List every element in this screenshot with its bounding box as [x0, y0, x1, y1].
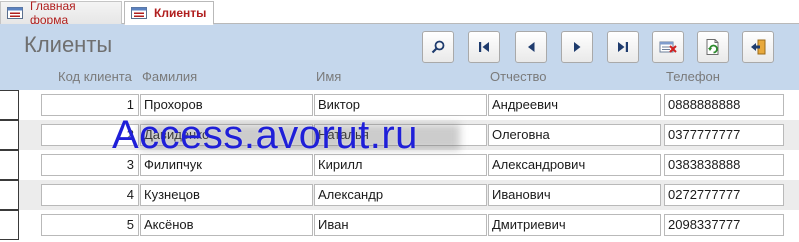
phone-field[interactable]: 2098337777 [664, 214, 784, 236]
patronymic-field[interactable]: Дмитриевич [488, 214, 661, 236]
last-record-button[interactable] [607, 31, 639, 63]
delete-record-icon [659, 41, 677, 53]
record-selector[interactable] [0, 210, 19, 240]
record-selector[interactable] [0, 120, 19, 150]
column-header-surname: Фамилия [142, 69, 198, 84]
document-tab-strip: Главная форма Клиенты [0, 0, 799, 27]
surname-field[interactable]: Кузнецов [140, 184, 313, 206]
client-id-field[interactable]: 2 [41, 124, 139, 146]
last-record-icon [618, 42, 628, 52]
column-header-patronymic: Отчество [490, 69, 547, 84]
client-id-field[interactable]: 3 [41, 154, 139, 176]
previous-record-button[interactable] [515, 31, 547, 63]
phone-field[interactable]: 0383838888 [664, 154, 784, 176]
form-icon [7, 7, 23, 19]
delete-record-button[interactable] [652, 31, 684, 63]
patronymic-field[interactable]: Иванович [488, 184, 661, 206]
client-id-field[interactable]: 4 [41, 184, 139, 206]
search-button[interactable] [422, 31, 454, 63]
column-header-phone: Телефон [666, 69, 720, 84]
phone-field[interactable]: 0272777777 [664, 184, 784, 206]
next-record-button[interactable] [561, 31, 593, 63]
first-name-field[interactable]: Виктор [314, 94, 487, 116]
records-list: 1 Прохоров Виктор Андреевич 0888888888 2… [0, 90, 799, 242]
magnifier-icon [431, 40, 445, 54]
record-selector[interactable] [0, 90, 19, 120]
tab-label: Клиенты [154, 6, 207, 20]
first-record-button[interactable] [468, 31, 500, 63]
tab-clients[interactable]: Клиенты [124, 1, 214, 25]
phone-field[interactable]: 0888888888 [664, 94, 784, 116]
table-row: 4 Кузнецов Александр Иванович 0272777777 [0, 180, 799, 210]
surname-field[interactable]: Аксёнов [140, 214, 313, 236]
form-header: Клиенты Код клиента Фамилия Имя Отчество… [0, 24, 799, 90]
exit-icon [751, 39, 766, 55]
first-name-field[interactable]: Кирилл [314, 154, 487, 176]
first-name-field[interactable]: Иван [314, 214, 487, 236]
client-id-field[interactable]: 5 [41, 214, 139, 236]
column-header-client-id: Код клиента [58, 69, 132, 84]
tab-label: Главная форма [30, 0, 76, 27]
phone-field[interactable]: 0377777777 [664, 124, 784, 146]
tab-main-form[interactable]: Главная форма [0, 0, 122, 27]
table-row: 3 Филипчук Кирилл Александрович 03838388… [0, 150, 799, 180]
client-id-field[interactable]: 1 [41, 94, 139, 116]
first-record-icon [479, 42, 489, 52]
watermark-shadow [140, 124, 460, 150]
surname-field[interactable]: Прохоров [140, 94, 313, 116]
next-icon [574, 42, 581, 52]
table-row: 5 Аксёнов Иван Дмитриевич 2098337777 [0, 210, 799, 240]
record-selector[interactable] [0, 180, 19, 210]
patronymic-field[interactable]: Андреевич [488, 94, 661, 116]
table-row: 1 Прохоров Виктор Андреевич 0888888888 [0, 90, 799, 120]
form-title: Клиенты [24, 32, 113, 57]
surname-field[interactable]: Филипчук [140, 154, 313, 176]
close-form-button[interactable] [742, 31, 774, 63]
previous-icon [528, 42, 535, 52]
record-selector[interactable] [0, 150, 19, 180]
first-name-field[interactable]: Александр [314, 184, 487, 206]
patronymic-field[interactable]: Александрович [488, 154, 661, 176]
refresh-button[interactable] [697, 31, 729, 63]
form-icon [131, 7, 147, 19]
column-header-first-name: Имя [316, 69, 342, 84]
refresh-icon [706, 39, 719, 55]
patronymic-field[interactable]: Олеговна [488, 124, 661, 146]
